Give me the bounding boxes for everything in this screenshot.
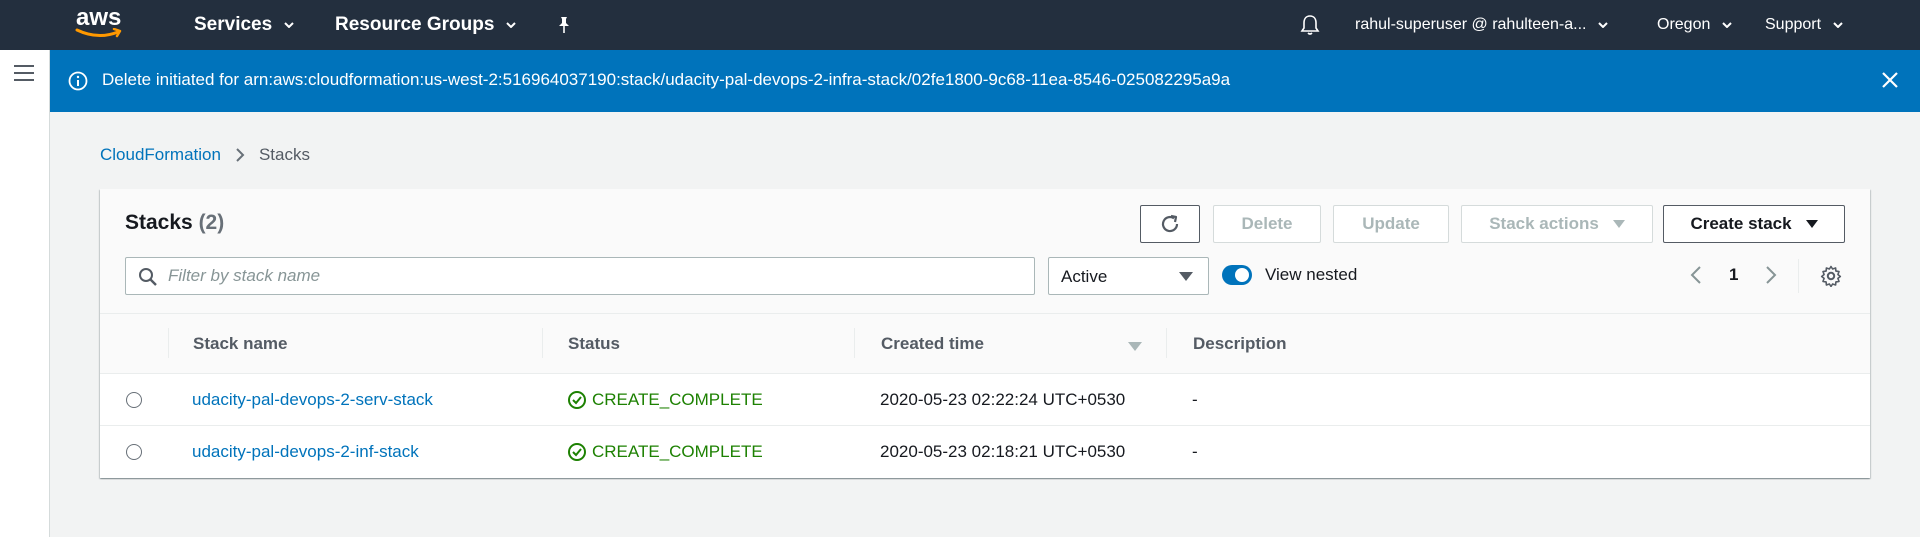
column-header-description[interactable]: Description: [1193, 334, 1287, 354]
pager-divider: [1798, 259, 1799, 293]
chevron-down-icon: [1722, 22, 1733, 28]
chevron-down-icon: [284, 22, 294, 28]
status-text: CREATE_COMPLETE: [592, 390, 763, 409]
chevron-down-icon: [1598, 22, 1609, 28]
bell-icon: [1300, 15, 1320, 35]
column-header-status[interactable]: Status: [568, 334, 620, 354]
table-row[interactable]: udacity-pal-devops-2-inf-stack CREATE_CO…: [100, 426, 1870, 478]
created-time-cell: 2020-05-23 02:22:24 UTC+0530: [880, 390, 1126, 409]
search-icon: [139, 268, 157, 286]
close-icon[interactable]: [1880, 70, 1900, 90]
breadcrumb-cloudformation[interactable]: CloudFormation: [100, 145, 221, 165]
status-text: CREATE_COMPLETE: [592, 442, 763, 461]
status-cell: CREATE_COMPLETE: [567, 442, 763, 462]
success-check-icon: [568, 443, 586, 461]
side-navigation-rail: [0, 50, 50, 537]
status-cell: CREATE_COMPLETE: [567, 390, 763, 410]
sort-descending-icon[interactable]: [1128, 342, 1142, 351]
pushpin-icon: [559, 17, 569, 33]
stack-search-field[interactable]: [125, 257, 1035, 295]
delete-button-label: Delete: [1241, 214, 1293, 233]
column-header-created-time[interactable]: Created time: [881, 334, 984, 354]
support-menu[interactable]: Support: [1765, 0, 1843, 50]
region-label: Oregon: [1657, 16, 1711, 33]
status-filter-select[interactable]: Active: [1048, 257, 1209, 295]
column-divider: [168, 328, 169, 358]
description-cell: -: [1192, 390, 1198, 409]
stack-search-input[interactable]: [168, 265, 1018, 287]
row-select-radio[interactable]: [126, 444, 142, 460]
pin-button[interactable]: [556, 0, 572, 50]
column-divider: [854, 328, 855, 358]
info-icon: [68, 71, 88, 91]
stacks-count: (2): [198, 211, 225, 234]
aws-logo-text: aws: [76, 4, 122, 31]
toggle-knob: [1235, 268, 1249, 282]
stack-actions-label: Stack actions: [1489, 214, 1599, 233]
next-page-icon[interactable]: [1765, 265, 1777, 285]
view-nested-toggle[interactable]: [1222, 265, 1252, 285]
flash-message: Delete initiated for arn:aws:cloudformat…: [102, 70, 1231, 89]
stacks-title: Stacks: [125, 211, 193, 234]
status-filter-value: Active: [1061, 267, 1108, 286]
breadcrumb-stacks: Stacks: [258, 145, 310, 164]
caret-down-icon: [1612, 220, 1625, 228]
table-row[interactable]: udacity-pal-devops-2-serv-stack CREATE_C…: [100, 374, 1870, 426]
flash-notification: Delete initiated for arn:aws:cloudformat…: [50, 50, 1920, 112]
stack-actions-button[interactable]: Stack actions: [1461, 205, 1653, 243]
update-button-label: Update: [1362, 214, 1420, 233]
services-menu[interactable]: Services: [194, 0, 294, 50]
aws-logo[interactable]: aws: [74, 6, 130, 42]
caret-down-icon: [1805, 220, 1818, 228]
chevron-down-icon: [506, 22, 517, 28]
chevron-right-icon: [236, 148, 245, 162]
services-label: Services: [194, 14, 273, 35]
resource-groups-menu[interactable]: Resource Groups: [335, 0, 517, 50]
settings-gear-icon[interactable]: [1820, 265, 1842, 287]
success-check-icon: [568, 391, 586, 409]
support-label: Support: [1765, 16, 1822, 33]
created-time-cell: 2020-05-23 02:18:21 UTC+0530: [880, 442, 1126, 461]
breadcrumb: CloudFormation Stacks: [100, 145, 310, 165]
column-divider: [1166, 328, 1167, 358]
view-nested-label: View nested: [1265, 265, 1358, 284]
column-divider: [542, 328, 543, 358]
page-number[interactable]: 1: [1729, 265, 1738, 285]
page-title: Stacks (2): [125, 211, 224, 235]
resource-groups-label: Resource Groups: [335, 14, 495, 35]
delete-button[interactable]: Delete: [1213, 205, 1321, 243]
table-header: Stack name Status Created time Descripti…: [100, 314, 1870, 374]
aws-smile-icon: [75, 28, 122, 38]
column-header-stack-name[interactable]: Stack name: [193, 334, 288, 354]
stacks-panel-header: Stacks (2) Delete Update Stack actions C…: [100, 189, 1870, 314]
region-menu[interactable]: Oregon: [1657, 0, 1733, 50]
stacks-panel: Stacks (2) Delete Update Stack actions C…: [100, 189, 1870, 478]
previous-page-icon[interactable]: [1690, 265, 1702, 285]
hamburger-menu-icon[interactable]: [14, 65, 34, 81]
top-navigation: aws Services Resource Groups rahul-super…: [0, 0, 1920, 50]
row-select-radio[interactable]: [126, 392, 142, 408]
notifications-button[interactable]: [1300, 0, 1320, 50]
refresh-icon: [1161, 214, 1179, 233]
chevron-down-icon: [1833, 22, 1843, 28]
refresh-button[interactable]: [1140, 205, 1200, 243]
stack-name-link[interactable]: udacity-pal-devops-2-serv-stack: [192, 390, 433, 410]
caret-down-icon: [1179, 272, 1193, 281]
create-stack-label: Create stack: [1690, 214, 1792, 233]
description-cell: -: [1192, 442, 1198, 461]
account-menu[interactable]: rahul-superuser @ rahulteen-a...: [1355, 0, 1609, 50]
account-label: rahul-superuser @ rahulteen-a...: [1355, 16, 1587, 33]
create-stack-button[interactable]: Create stack: [1663, 205, 1845, 243]
update-button[interactable]: Update: [1333, 205, 1449, 243]
stack-name-link[interactable]: udacity-pal-devops-2-inf-stack: [192, 442, 419, 462]
